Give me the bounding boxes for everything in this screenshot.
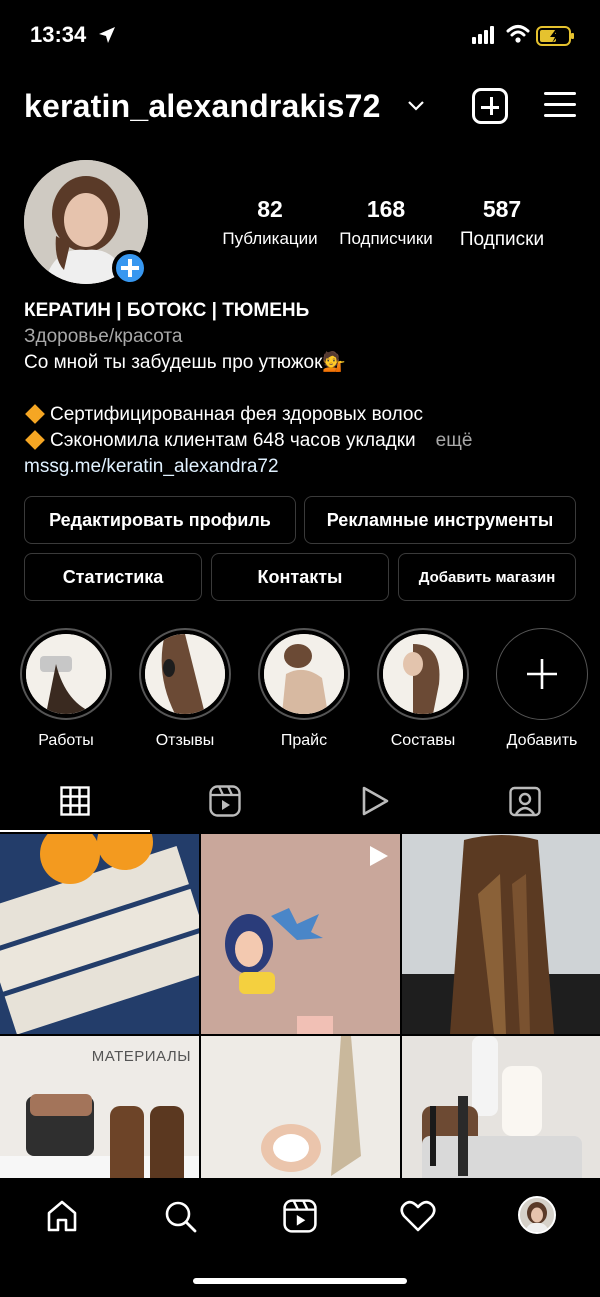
home-indicator[interactable] xyxy=(193,1278,407,1284)
ad-tools-button[interactable]: Рекламные инструменты xyxy=(304,496,576,544)
highlight-ring xyxy=(258,628,350,720)
stat-followers[interactable]: 168 Подписчики xyxy=(330,196,442,249)
tab-reels[interactable] xyxy=(150,770,300,832)
highlight-ring xyxy=(377,628,469,720)
highlight-ring xyxy=(20,628,112,720)
profile-bio: КЕРАТИН | БОТОКС | ТЮМЕНЬ Здоровье/красо… xyxy=(24,298,584,480)
profile-name: КЕРАТИН | БОТОКС | ТЮМЕНЬ xyxy=(24,300,310,321)
stat-following-label: Подписки xyxy=(459,229,545,250)
bio-more-link[interactable]: ещё xyxy=(436,430,473,451)
orange-diamond-icon xyxy=(25,430,45,450)
highlight-label: Работы xyxy=(38,732,94,749)
stat-following-value: 587 xyxy=(482,196,522,222)
highlight-reviews[interactable]: Отзывы xyxy=(137,628,233,750)
location-arrow-icon xyxy=(98,26,116,49)
post-caption-overlay: МАТЕРИАЛЫ xyxy=(91,1048,191,1065)
add-shop-button[interactable]: Добавить магазин xyxy=(398,553,576,601)
wifi-icon xyxy=(506,24,530,49)
highlight-add[interactable]: Добавить xyxy=(494,628,590,750)
profile-tabs xyxy=(0,770,600,832)
highlight-reviews-cover xyxy=(145,634,225,714)
bio-line-2-row: Сертифицированная фея здоровых волос xyxy=(24,402,584,428)
highlight-add-ring xyxy=(496,628,588,720)
nav-activity[interactable] xyxy=(398,1196,438,1236)
edit-profile-button[interactable]: Редактировать профиль xyxy=(24,496,296,544)
nav-home[interactable] xyxy=(42,1196,82,1236)
highlight-works-cover xyxy=(26,634,106,714)
bio-line-1: Со мной ты забудешь про утюжок💁 xyxy=(24,352,347,373)
highlight-label: Добавить xyxy=(506,732,578,749)
plus-icon xyxy=(527,659,557,689)
home-icon xyxy=(47,1200,77,1232)
highlight-label: Составы xyxy=(390,732,456,749)
stat-following[interactable]: 587 Подписки xyxy=(446,196,558,251)
grid-post-2[interactable] xyxy=(201,834,400,1034)
profile-category: Здоровье/красота xyxy=(24,326,183,347)
bio-website-link[interactable]: mssg.me/keratin_alexandra72 xyxy=(24,454,584,480)
tab-tagged[interactable] xyxy=(450,770,600,832)
highlight-works[interactable]: Работы xyxy=(18,628,114,750)
highlight-price-cover xyxy=(264,634,344,714)
play-icon xyxy=(362,786,389,816)
highlight-label: Прайс xyxy=(280,732,328,749)
video-indicator-icon xyxy=(366,844,390,873)
reels-icon xyxy=(283,1199,317,1233)
nav-reels[interactable] xyxy=(280,1196,320,1236)
bio-line-3: Сэкономила клиентам 648 часов укладки xyxy=(50,430,416,451)
tagged-person-icon xyxy=(509,786,541,817)
stat-followers-value: 168 xyxy=(366,196,406,222)
status-time: 13:34 xyxy=(30,22,87,47)
cellular-signal-icon xyxy=(472,26,496,49)
heart-icon xyxy=(400,1200,436,1232)
menu-hamburger-icon[interactable] xyxy=(544,92,576,118)
grid-icon xyxy=(60,786,90,816)
stat-followers-label: Подписчики xyxy=(339,229,433,248)
bio-line-3-row: Сэкономила клиентам 648 часов укладки ещё xyxy=(24,428,584,454)
username-title[interactable]: keratin_alexandrakis72 xyxy=(24,88,381,125)
reels-icon xyxy=(209,785,241,817)
grid-post-3[interactable] xyxy=(402,834,600,1034)
contacts-button[interactable]: Контакты xyxy=(211,553,389,601)
highlight-ring xyxy=(139,628,231,720)
battery-charging-icon xyxy=(536,26,576,51)
chevron-down-icon[interactable] xyxy=(406,98,426,117)
new-post-icon[interactable] xyxy=(472,88,508,124)
highlight-ingredients-cover xyxy=(383,634,463,714)
highlight-label: Отзывы xyxy=(155,732,215,749)
grid-post-1[interactable] xyxy=(0,834,199,1034)
nav-profile-avatar[interactable] xyxy=(518,1196,556,1234)
orange-diamond-icon xyxy=(25,404,45,424)
search-icon xyxy=(165,1201,197,1233)
stat-posts[interactable]: 82 Публикации xyxy=(214,196,326,249)
highlight-ingredients[interactable]: Составы xyxy=(375,628,471,750)
status-bar: 13:34 xyxy=(0,0,600,72)
highlight-price[interactable]: Прайс xyxy=(256,628,352,750)
stat-posts-label: Публикации xyxy=(222,229,318,248)
tab-videos[interactable] xyxy=(300,770,450,832)
add-story-plus-icon[interactable] xyxy=(112,250,148,286)
active-tab-indicator xyxy=(0,830,150,832)
insights-button[interactable]: Статистика xyxy=(24,553,202,601)
nav-search[interactable] xyxy=(160,1196,200,1236)
tab-grid[interactable] xyxy=(0,770,150,832)
profile-header: keratin_alexandrakis72 xyxy=(0,80,600,136)
bottom-nav xyxy=(0,1178,600,1250)
bio-line-2: Сертифицированная фея здоровых волос xyxy=(50,404,423,425)
stat-posts-value: 82 xyxy=(257,196,283,222)
